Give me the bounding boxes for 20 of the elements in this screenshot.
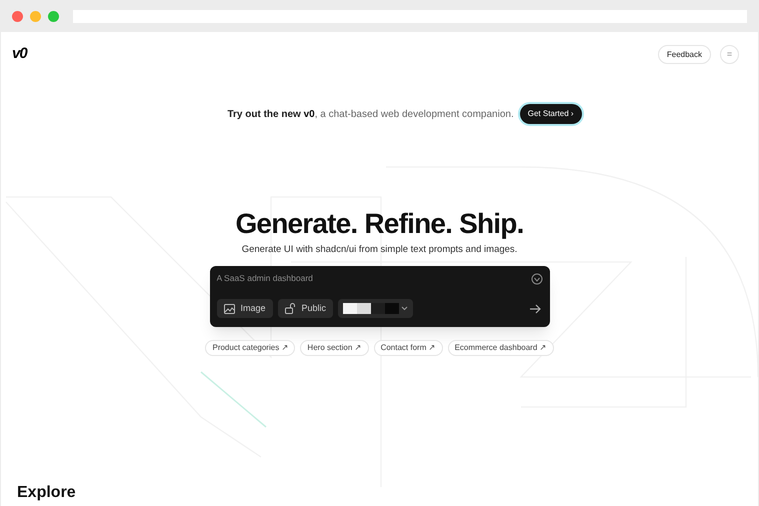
logo[interactable]: v0 [12,43,27,66]
lock-icon [284,303,296,314]
suggestion-chip[interactable]: Product categories ↗ [205,340,296,356]
section-heading: Explore [17,483,77,503]
visibility-button[interactable]: Public [278,299,334,318]
chevron-down-icon [401,306,408,311]
suggestion-chip[interactable]: Contact form ↗ [374,340,443,356]
hero-subtitle: Generate UI with shadcn/ui from simple text prompts and images. [240,243,518,257]
suggestion-chip[interactable]: Hero section ↗ [300,340,369,356]
image-icon [224,304,234,314]
announcement-text: Try out the new v0, a chat-based web development companion. [227,108,514,122]
prompt-input[interactable]: A SaaS admin dashboard [216,272,530,285]
submit-arrow-icon[interactable] [528,304,540,314]
menu-button[interactable]: = [720,45,739,64]
theme-picker[interactable] [338,299,414,318]
hero-title: Generate. Refine. Ship. [234,210,525,238]
suggestion-chip[interactable]: Ecommerce dashboard ↗ [448,340,554,356]
image-button[interactable]: Image [216,299,273,318]
get-started-button[interactable]: Get Started › [520,104,582,124]
feedback-button[interactable]: Feedback [658,45,711,64]
